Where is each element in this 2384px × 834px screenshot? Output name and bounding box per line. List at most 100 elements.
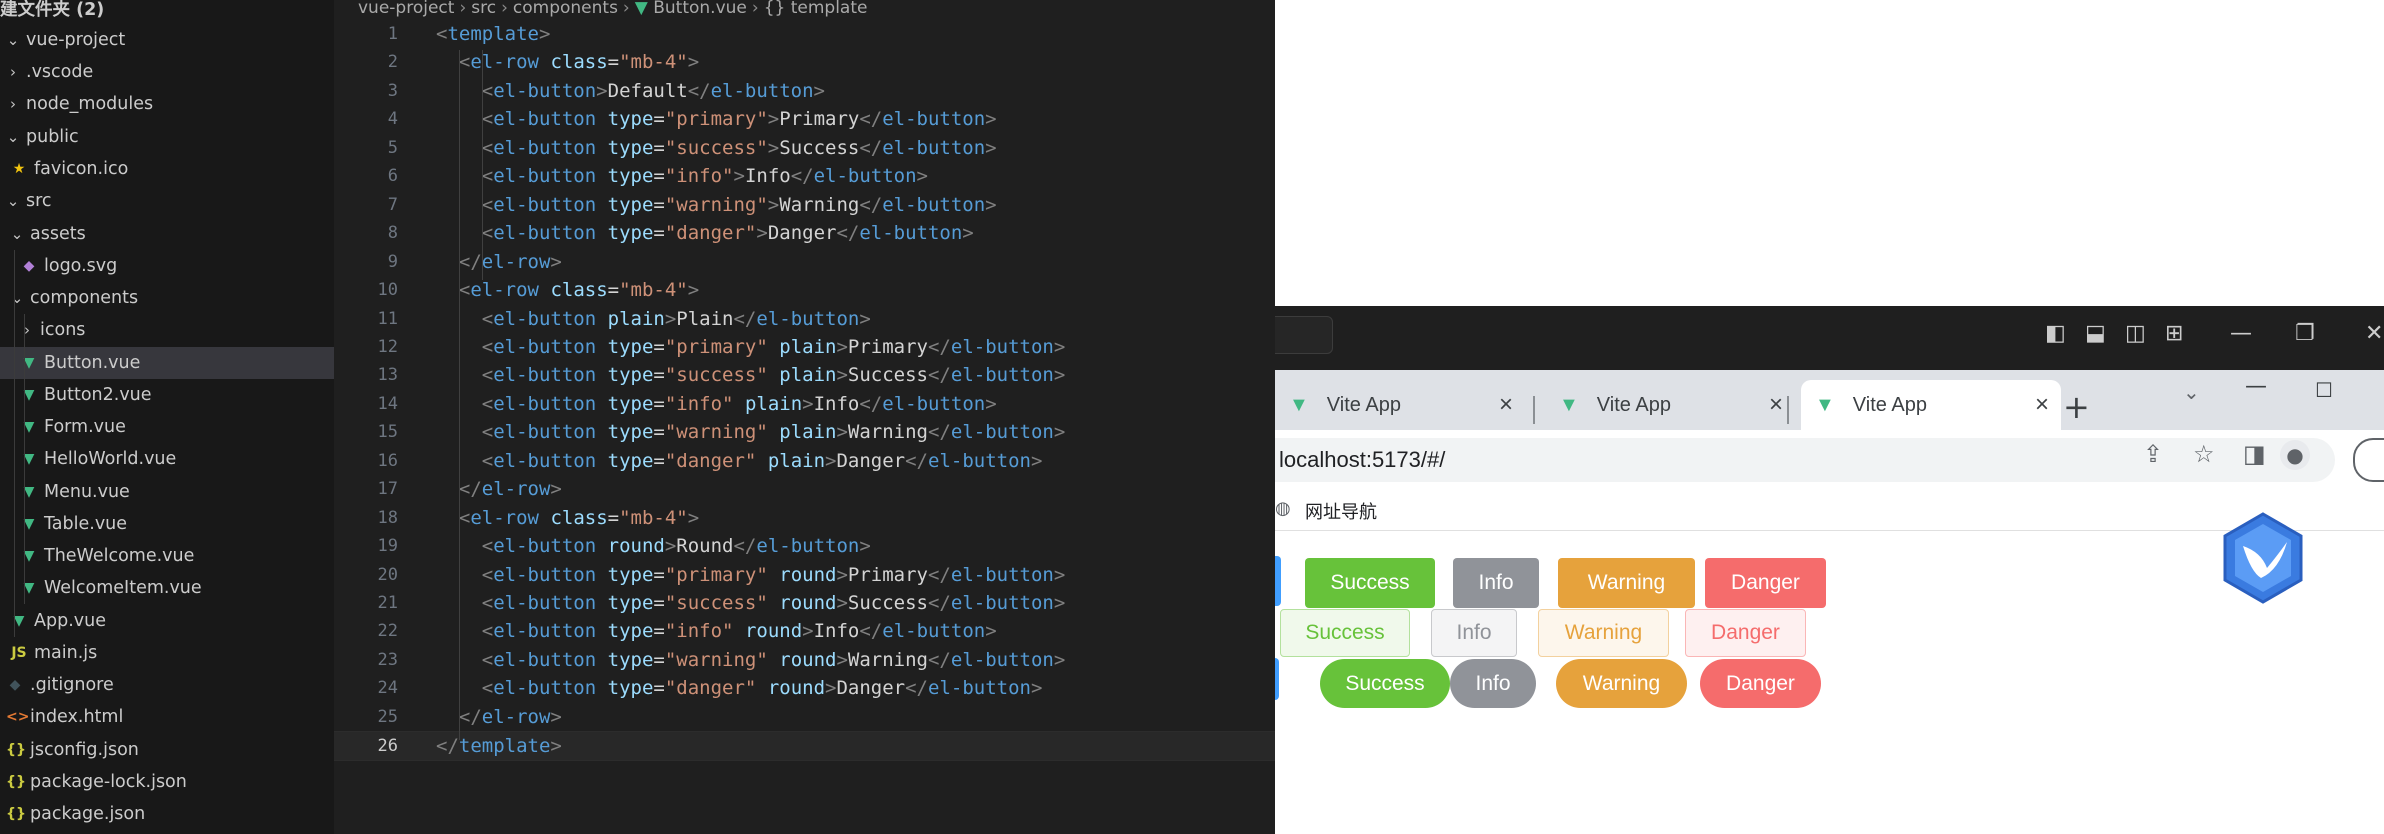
layout-sidebar-icon[interactable]: ◧ (2045, 321, 2066, 346)
code-line[interactable]: 4 <el-button type="primary">Primary</el-… (334, 105, 1275, 133)
code-line[interactable]: 8 <el-button type="danger">Danger</el-bu… (334, 219, 1275, 247)
floating-assistant-icon[interactable] (2221, 512, 2305, 604)
bookmark-star-icon[interactable]: ☆ (2193, 440, 2215, 468)
explorer-item-package-lock-json[interactable]: {} package-lock.json (0, 766, 334, 798)
breadcrumb-item[interactable]: {} template (764, 0, 868, 18)
explorer-item-form-vue[interactable]: ▼ Form.vue (0, 411, 334, 443)
side-panel-icon[interactable]: ◨ (2243, 440, 2266, 468)
breadcrumb-item[interactable]: src (471, 0, 496, 18)
code-line[interactable]: 19 <el-button round>Round</el-button> (334, 532, 1275, 560)
explorer-item-menu-vue[interactable]: ▼ Menu.vue (0, 476, 334, 508)
window-search-box[interactable] (1275, 316, 1333, 354)
code-line[interactable]: 5 <el-button type="success">Success</el-… (334, 134, 1275, 162)
round-warning-button[interactable]: Warning (1556, 659, 1687, 708)
code-line[interactable]: 14 <el-button type="info" plain>Info</el… (334, 390, 1275, 418)
breadcrumb-separator-icon: › (459, 0, 467, 18)
code-line[interactable]: 23 <el-button type="warning" round>Warni… (334, 646, 1275, 674)
solid-info-button[interactable]: Info (1453, 558, 1539, 608)
close-tab-icon[interactable]: × (2035, 391, 2049, 419)
plain-info-button[interactable]: Info (1431, 609, 1517, 657)
browser-tab[interactable]: ▼ Vite App × (1545, 380, 1795, 430)
code-line[interactable]: 26 </template> (334, 731, 1275, 762)
code-line[interactable]: 17 </el-row> (334, 475, 1275, 503)
close-tab-icon[interactable]: × (1769, 391, 1783, 419)
explorer-item-logo-svg[interactable]: ◆ logo.svg (0, 250, 334, 282)
code-editor[interactable]: vue-project › src › components › ▼ Button.vue ›… (334, 0, 1275, 834)
code-line[interactable]: 20 <el-button type="primary" round>Prima… (334, 561, 1275, 589)
explorer-item-gitignore[interactable]: ◆ .gitignore (0, 669, 334, 701)
layout-panel-icon[interactable]: ⬓ (2085, 321, 2106, 346)
profile-button[interactable] (2353, 438, 2384, 482)
explorer-item-helloworld-vue[interactable]: ▼ HelloWorld.vue (0, 443, 334, 475)
explorer-item-public[interactable]: ⌄ public (0, 121, 334, 153)
code-line[interactable]: 16 <el-button type="danger" plain>Danger… (334, 447, 1275, 475)
browser-tab[interactable]: ▼ Vite App × (1801, 380, 2061, 430)
close-window-icon[interactable]: ✕ (2365, 321, 2383, 346)
close-tab-icon[interactable]: × (1499, 391, 1513, 419)
explorer-item-button2-vue[interactable]: ▼ Button2.vue (0, 379, 334, 411)
code-line[interactable]: 22 <el-button type="info" round>Info</el… (334, 617, 1275, 645)
explorer-item-vue-project[interactable]: ⌄ vue-project (0, 24, 334, 56)
primary-button-partial[interactable] (1275, 556, 1281, 606)
explorer-item-table-vue[interactable]: ▼ Table.vue (0, 508, 334, 540)
tab-search-icon[interactable]: ⌄ (2183, 380, 2200, 404)
explorer-item-app-vue[interactable]: ▼ App.vue (0, 605, 334, 637)
explorer-item-components[interactable]: ⌄ components (0, 282, 334, 314)
explorer-item-welcomeitem-vue[interactable]: ▼ WelcomeItem.vue (0, 572, 334, 604)
bookmark-link[interactable]: 网址导航 (1305, 498, 1377, 524)
code-line[interactable]: 21 <el-button type="success" round>Succe… (334, 589, 1275, 617)
code-line[interactable]: 3 <el-button>Default</el-button> (334, 77, 1275, 105)
code-line[interactable]: 12 <el-button type="primary" plain>Prima… (334, 333, 1275, 361)
workspace-title[interactable]: 建文件夹 (2) (0, 0, 334, 24)
explorer-item-button-vue[interactable]: ▼ Button.vue (0, 347, 334, 379)
breadcrumb-item[interactable]: Button.vue (653, 0, 747, 18)
code-line[interactable]: 24 <el-button type="danger" round>Danger… (334, 674, 1275, 702)
plain-success-button[interactable]: Success (1280, 609, 1410, 657)
restore-icon[interactable]: ❐ (2295, 321, 2315, 346)
chrome-maximize-icon[interactable]: ☐ (2315, 378, 2333, 402)
code-line[interactable]: 18 <el-row class="mb-4"> (334, 504, 1275, 532)
solid-warning-button[interactable]: Warning (1558, 558, 1695, 608)
profile-avatar-icon[interactable]: ● (2280, 440, 2310, 470)
explorer-item-index-html[interactable]: <> index.html (0, 701, 334, 733)
share-icon[interactable]: ⇪ (2143, 440, 2163, 468)
minimize-icon[interactable]: — (2230, 321, 2252, 346)
primary-round-button-partial[interactable] (1275, 658, 1279, 700)
solid-success-button[interactable]: Success (1305, 558, 1435, 608)
code-line[interactable]: 6 <el-button type="info">Info</el-button… (334, 162, 1275, 190)
explorer-item-favicon-ico[interactable]: ★ favicon.ico (0, 153, 334, 185)
url-field[interactable]: localhost:5173/#/ (1275, 438, 2335, 482)
explorer-item-vscode[interactable]: › .vscode (0, 56, 334, 88)
explorer-item-main-js[interactable]: JS main.js (0, 637, 334, 669)
explorer-item-jsconfig-json[interactable]: {} jsconfig.json (0, 734, 334, 766)
code-line[interactable]: 2 <el-row class="mb-4"> (334, 48, 1275, 76)
code-line[interactable]: 7 <el-button type="warning">Warning</el-… (334, 191, 1275, 219)
plain-warning-button[interactable]: Warning (1538, 609, 1669, 657)
breadcrumb-item[interactable]: vue-project (358, 0, 454, 18)
plain-danger-button[interactable]: Danger (1685, 609, 1806, 657)
code-line[interactable]: 11 <el-button plain>Plain</el-button> (334, 305, 1275, 333)
code-line[interactable]: 15 <el-button type="warning" plain>Warni… (334, 418, 1275, 446)
code-line[interactable]: 10 <el-row class="mb-4"> (334, 276, 1275, 304)
explorer-item-thewelcome-vue[interactable]: ▼ TheWelcome.vue (0, 540, 334, 572)
explorer-item-node-modules[interactable]: › node_modules (0, 88, 334, 120)
code-line[interactable]: 1 <template> (334, 20, 1275, 48)
round-success-button[interactable]: Success (1320, 659, 1450, 708)
code-text: <template> (436, 23, 551, 45)
code-line[interactable]: 13 <el-button type="success" plain>Succe… (334, 361, 1275, 389)
round-info-button[interactable]: Info (1450, 659, 1536, 708)
explorer-item-assets[interactable]: ⌄ assets (0, 218, 334, 250)
layout-custom-icon[interactable]: ⊞ (2165, 321, 2183, 346)
explorer-item-package-json[interactable]: {} package.json (0, 798, 334, 830)
round-danger-button[interactable]: Danger (1700, 659, 1821, 708)
layout-split-icon[interactable]: ◫ (2125, 321, 2146, 346)
browser-tab[interactable]: ▼ Vite App × (1275, 380, 1525, 430)
solid-danger-button[interactable]: Danger (1705, 558, 1826, 608)
breadcrumb-item[interactable]: components (513, 0, 618, 18)
chrome-minimize-icon[interactable]: — (2245, 374, 2267, 399)
code-line[interactable]: 25 </el-row> (334, 703, 1275, 731)
new-tab-icon[interactable]: + (2063, 388, 2090, 426)
explorer-item-src[interactable]: ⌄ src (0, 185, 334, 217)
explorer-item-icons[interactable]: › icons (0, 314, 334, 346)
code-line[interactable]: 9 </el-row> (334, 248, 1275, 276)
